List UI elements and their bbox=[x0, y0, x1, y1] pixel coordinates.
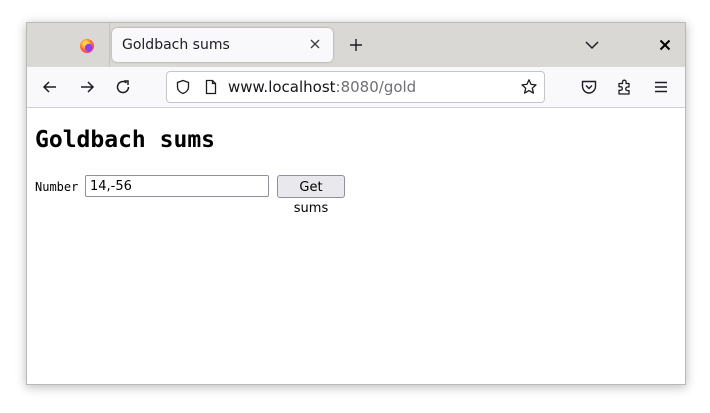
arrow-right-icon[interactable] bbox=[78, 78, 96, 96]
hamburger-icon[interactable] bbox=[652, 78, 670, 96]
url-path: :8080/gold bbox=[335, 78, 417, 96]
star-icon[interactable] bbox=[520, 78, 538, 96]
tab-bar-start bbox=[27, 23, 110, 67]
close-icon[interactable] bbox=[309, 38, 321, 50]
arrow-left-icon[interactable] bbox=[41, 78, 59, 96]
url-text[interactable]: www.localhost:8080/gold bbox=[228, 78, 416, 96]
navigation-toolbar: www.localhost:8080/gold bbox=[27, 67, 685, 108]
url-bar[interactable]: www.localhost:8080/gold bbox=[166, 71, 545, 103]
firefox-logo-icon bbox=[80, 39, 94, 53]
tab-goldbach-sums[interactable]: Goldbach sums bbox=[112, 28, 333, 62]
reload-icon[interactable] bbox=[114, 78, 132, 96]
tab-bar: Goldbach sums bbox=[27, 23, 685, 67]
pocket-icon[interactable] bbox=[580, 78, 598, 96]
shield-icon[interactable] bbox=[175, 79, 191, 95]
get-sums-button[interactable]: Get sums bbox=[277, 175, 345, 216]
puzzle-icon[interactable] bbox=[616, 78, 634, 96]
browser-window: Goldbach sums www.localhost:8080/gold Go… bbox=[26, 22, 686, 385]
number-label: Number bbox=[35, 180, 79, 194]
tab-title: Goldbach sums bbox=[122, 37, 230, 53]
window-close-icon[interactable] bbox=[659, 39, 671, 51]
plus-icon[interactable] bbox=[347, 36, 365, 54]
page-icon[interactable] bbox=[203, 79, 219, 95]
page-title: Goldbach sums bbox=[35, 127, 216, 153]
page-content: Goldbach sums Number Get sums bbox=[27, 108, 685, 384]
url-host: www.localhost bbox=[228, 78, 336, 96]
number-input[interactable] bbox=[85, 175, 269, 197]
chevron-down-icon[interactable] bbox=[584, 38, 600, 52]
